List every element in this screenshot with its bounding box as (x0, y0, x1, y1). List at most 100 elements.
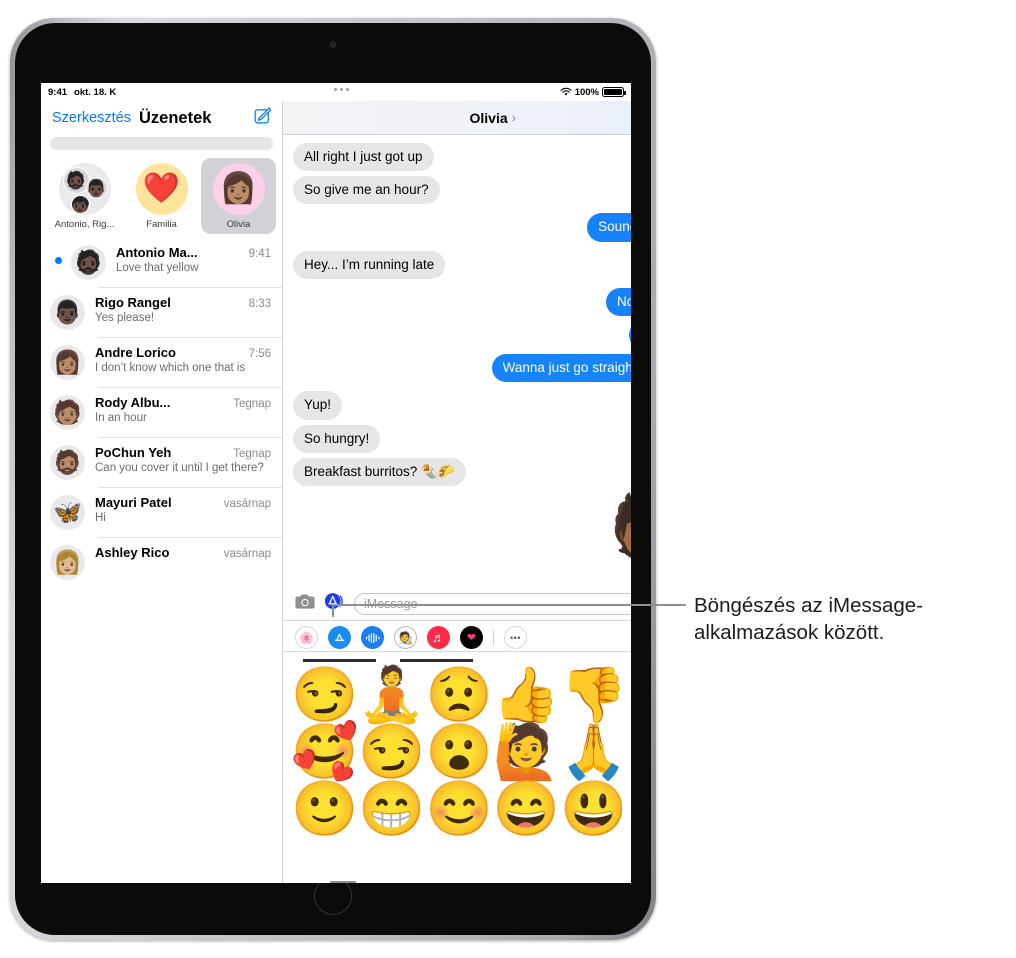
avatar: 👨🏿 (85, 177, 108, 199)
sticker[interactable]: 👎 (560, 667, 627, 723)
contact-name: PoChun Yeh (95, 445, 172, 460)
pinned-item-group[interactable]: 🧔🏿 👨🏿 🧒🏿 Antonio, Rig... (47, 158, 122, 234)
sticker[interactable]: 😃 (560, 781, 627, 837)
sticker[interactable]: 🙋 (493, 724, 560, 780)
message-bubble-incoming[interactable]: Breakfast burritos? 🌯🌮 (289, 457, 466, 487)
chat-contact-name[interactable]: Olivia (470, 110, 508, 126)
message-row: Yup! (293, 391, 631, 420)
sticker[interactable]: 🧘 (358, 667, 425, 723)
list-item[interactable]: 👩🏽 Andre Lorico 7:56 I don’t know which … (50, 337, 282, 387)
list-item[interactable]: 🦋 Mayuri Patel vasárnap Hi (50, 487, 282, 537)
split-view: Szerkesztés Üzenetek 🧔🏿 👨🏿 Antonio, Rig.… (41, 101, 631, 883)
list-item[interactable]: 🧔🏿 Antonio Ma... 9:41 Love that yellow (41, 238, 282, 287)
pinned-item-label: Familia (146, 219, 177, 230)
contact-name: Andre Lorico (95, 345, 176, 360)
group-avatar: 🧔🏿 👨🏿 🧒🏿 (58, 163, 111, 215)
message-bubble-outgoing[interactable]: Sounds good! (587, 213, 631, 242)
sticker[interactable]: 🙏 (560, 724, 627, 780)
sticker[interactable]: 😮 (426, 724, 493, 780)
contact-name: Antonio Ma... (116, 245, 198, 260)
message-bubble-outgoing[interactable]: Wanna just go straight to eat? (491, 354, 631, 383)
avatar: 🧑🏽 (50, 395, 85, 430)
sticker[interactable]: 😟 (426, 667, 493, 723)
message-row: Hey... I’m running late (288, 250, 631, 279)
avatar: 👩🏼 (50, 545, 85, 580)
message-bubble-incoming[interactable]: Hey... I’m running late (288, 250, 446, 279)
chevron-right-icon[interactable]: › (512, 110, 516, 125)
message-bubble-incoming[interactable]: So hungry! (293, 424, 381, 453)
message-row: All right I just got up (293, 143, 631, 172)
audio-message-app-icon[interactable] (361, 626, 384, 649)
timestamp: 7:56 (248, 348, 271, 360)
conversations-sidebar: Szerkesztés Üzenetek 🧔🏿 👨🏿 Antonio, Rig.… (41, 101, 283, 883)
sticker[interactable]: 😊 (426, 781, 493, 837)
list-item[interactable]: 👨🏿 Rigo Rangel 8:33 Yes please! (50, 287, 282, 337)
list-item[interactable]: 👩🏼 Ashley Rico vasárnap (50, 537, 282, 587)
sticker[interactable]: 😏 (291, 667, 358, 723)
timestamp: 9:41 (248, 248, 271, 260)
message-input-placeholder: iMessage (364, 596, 418, 611)
message-row: So hungry! (293, 424, 631, 453)
chat-header: Olivia › (283, 101, 631, 135)
sticker-pack-tab[interactable] (400, 659, 473, 662)
memoji-stickers-app-icon[interactable]: 🧑‍🎨 (394, 626, 417, 649)
compose-icon[interactable] (254, 107, 272, 129)
sticker[interactable]: 🥰 (291, 724, 358, 780)
message-row: Breakfast burritos? 🌯🌮 (289, 457, 631, 487)
message-thread: All right I just got up So give me an ho… (283, 135, 631, 586)
sticker[interactable]: 😏 (358, 724, 425, 780)
avatar: 👩🏽 (212, 163, 265, 215)
photos-app-icon[interactable]: 🌸 (295, 626, 318, 649)
sticker[interactable]: 😅 (627, 781, 631, 837)
message-bubble-outgoing[interactable]: Me too (629, 320, 631, 350)
edit-button[interactable]: Szerkesztés (52, 110, 131, 126)
pinned-item-label: Antonio, Rig... (54, 219, 115, 230)
status-date: okt. 18. K (74, 86, 117, 98)
message-bubble-outgoing[interactable]: No worries (605, 287, 631, 316)
wifi-icon (560, 87, 572, 96)
page-title: Üzenetek (138, 108, 212, 127)
timestamp: vasárnap (223, 498, 271, 510)
more-apps-icon[interactable]: ••• (504, 626, 527, 649)
app-store-app-icon[interactable] (328, 626, 351, 649)
message-row: Wanna just go straight to eat? (293, 354, 631, 383)
apple-music-app-icon[interactable]: ♬ (427, 626, 450, 649)
message-row: Me too (293, 320, 631, 350)
sticker[interactable]: ✌️ (627, 667, 631, 723)
timestamp: 8:33 (248, 298, 271, 310)
message-bubble-incoming[interactable]: All right I just got up (293, 143, 434, 172)
avatar: 🧔🏿 (71, 245, 106, 280)
message-row: So give me an hour? (289, 176, 631, 205)
memoji-sticker[interactable]: 🧑🏾 (609, 495, 631, 558)
battery-icon (602, 87, 627, 97)
search-input[interactable] (50, 137, 273, 150)
pinned-item-olivia[interactable]: 👩🏽 Olivia (201, 158, 276, 234)
sidebar-header: Szerkesztés Üzenetek (41, 101, 282, 135)
list-item[interactable]: 🧑🏽 Rody Albu... Tegnap In an hour (50, 387, 282, 437)
message-input[interactable]: iMessage (354, 592, 631, 615)
sent-sticker-container: 🧑🏾 Kézbesítve (293, 495, 631, 571)
message-bubble-incoming[interactable]: Yup! (293, 391, 343, 420)
front-camera (329, 41, 337, 48)
sticker[interactable]: 😄 (493, 781, 560, 837)
avatar: 🧒🏿 (70, 195, 90, 214)
sticker[interactable]: 🙂 (291, 781, 358, 837)
sticker[interactable]: 😁 (358, 781, 425, 837)
pinned-item-familia[interactable]: ❤️ Familia (124, 158, 199, 234)
message-bubble-incoming[interactable]: So give me an hour? (289, 176, 440, 205)
contact-name: Ashley Rico (95, 545, 170, 560)
contact-name: Mayuri Patel (95, 495, 172, 510)
pinned-conversations: 🧔🏿 👨🏿 🧒🏿 Antonio, Rig... ❤️ Familia 👩� (41, 158, 282, 234)
selected-app-indicator (330, 881, 356, 883)
message-preview: I don’t know which one that is (95, 362, 246, 374)
sticker[interactable]: 🙅 (627, 724, 631, 780)
list-item[interactable]: 🧔🏽 PoChun Yeh Tegnap Can you cover it un… (50, 437, 282, 487)
sticker-pack-tab[interactable] (303, 659, 376, 662)
sticker[interactable]: 👍 (493, 667, 560, 723)
camera-icon[interactable] (295, 594, 315, 614)
message-preview: In an hour (95, 412, 147, 424)
more-dots-icon[interactable] (334, 88, 349, 91)
app-store-button[interactable] (324, 592, 345, 615)
digital-touch-app-icon[interactable]: ❤ (460, 626, 483, 649)
ipad-screen: 9:41 okt. 18. K 100% Szerkesztés Üzenete… (41, 83, 631, 883)
